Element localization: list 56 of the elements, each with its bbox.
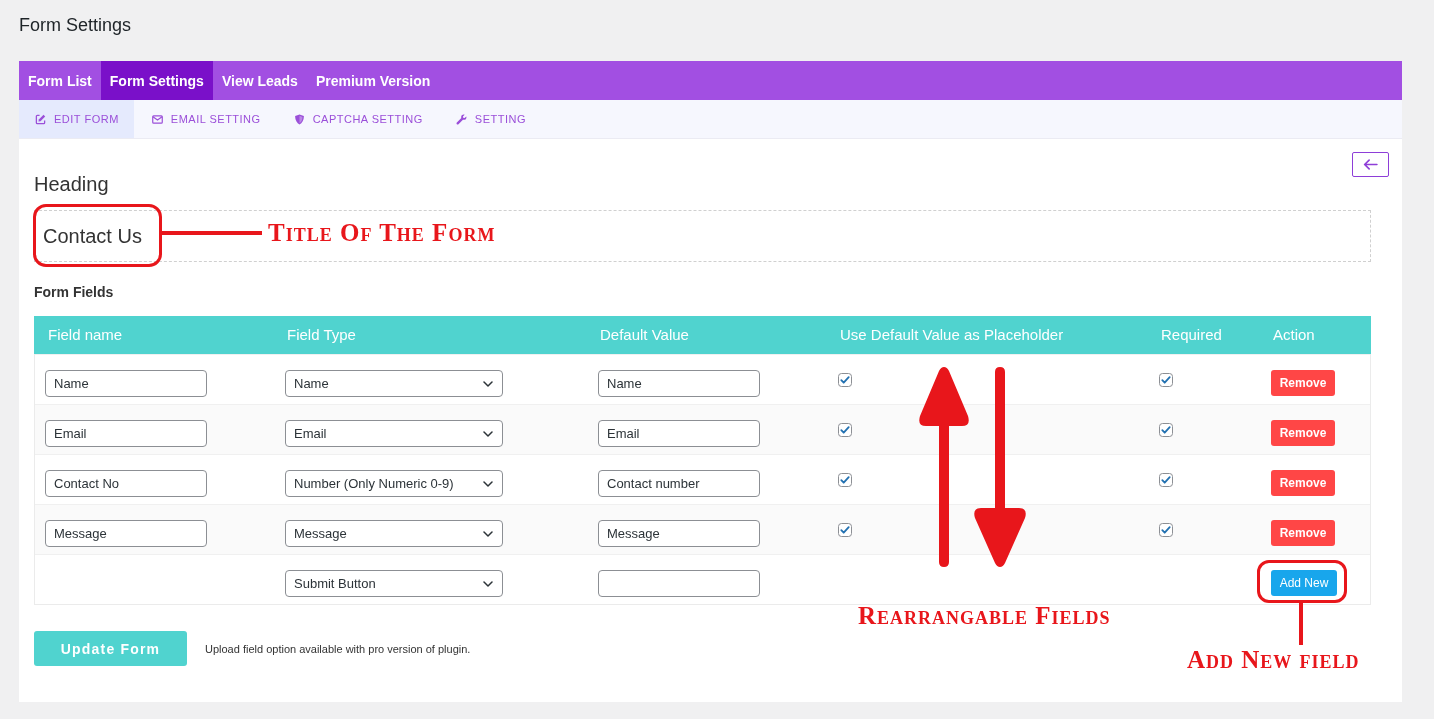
field-name-input[interactable]: Contact No: [45, 470, 207, 497]
callout-label: Add New field: [1187, 647, 1360, 673]
main-tab[interactable]: Form Settings: [100, 61, 213, 100]
chevron-down-icon: [483, 530, 493, 537]
back-button[interactable]: [1352, 152, 1389, 177]
field-name-input[interactable]: Message: [45, 520, 207, 547]
checkbox[interactable]: [1159, 523, 1173, 537]
chevron-down-icon: [483, 430, 493, 437]
sub-tab[interactable]: SETTING: [439, 100, 541, 138]
sub-tab[interactable]: CAPTCHA SETTING: [277, 100, 438, 138]
default-value-input[interactable]: Name: [598, 370, 760, 397]
field-type-select[interactable]: Name: [285, 370, 503, 397]
column-header: Action: [1272, 325, 1316, 345]
page-title: Form Settings: [19, 14, 132, 37]
field-name-input[interactable]: Email: [45, 420, 207, 447]
pro-version-note: Upload field option available with pro version of plugin.: [205, 642, 471, 655]
heading-label: Heading: [34, 172, 109, 196]
checkbox[interactable]: [1159, 423, 1173, 437]
main-tab[interactable]: Form List: [19, 61, 101, 100]
default-value-input[interactable]: Email: [598, 420, 760, 447]
sub-tab[interactable]: EDIT FORM: [19, 100, 134, 138]
field-name-input[interactable]: Name: [45, 370, 207, 397]
field-type-select[interactable]: Number (Only Numeric 0-9): [285, 470, 503, 497]
chevron-down-icon: [483, 580, 493, 587]
checkbox[interactable]: [1159, 373, 1173, 387]
callout-label: Title Of The Form: [268, 220, 496, 246]
column-header: Default Value: [599, 325, 690, 345]
chevron-down-icon: [483, 380, 493, 387]
checkbox[interactable]: [838, 373, 852, 387]
checkbox[interactable]: [838, 523, 852, 537]
field-type-select[interactable]: Email: [285, 420, 503, 447]
column-header: Field name: [47, 325, 124, 345]
column-header: Field Type: [286, 325, 357, 345]
checkbox[interactable]: [838, 473, 852, 487]
checkbox[interactable]: [1159, 473, 1173, 487]
envelope-icon: [151, 113, 163, 125]
field-type-select[interactable]: Message: [285, 520, 503, 547]
checkbox[interactable]: [838, 423, 852, 437]
default-value-input[interactable]: Message: [598, 520, 760, 547]
form-fields-label: Form Fields: [34, 283, 115, 302]
main-tab[interactable]: View Leads: [212, 61, 307, 100]
default-value-input[interactable]: [598, 570, 760, 597]
edit-icon: [35, 113, 46, 125]
wrench-icon: [455, 113, 467, 125]
default-value-input[interactable]: Contact number: [598, 470, 760, 497]
field-type-select[interactable]: Submit Button: [285, 570, 503, 597]
main-tab[interactable]: Premium Version: [306, 61, 440, 100]
sub-tab[interactable]: EMAIL SETTING: [135, 100, 276, 138]
chevron-down-icon: [483, 480, 493, 487]
shield-icon: [293, 113, 305, 125]
column-header: Use Default Value as Placeholder: [839, 325, 1065, 345]
column-header: Required: [1160, 325, 1223, 345]
up-arrow-icon: [916, 364, 972, 570]
down-arrow-icon: [971, 364, 1029, 570]
arrow-left-icon: [1363, 159, 1378, 170]
callout-label: Rearrangable Fields: [858, 603, 1111, 629]
